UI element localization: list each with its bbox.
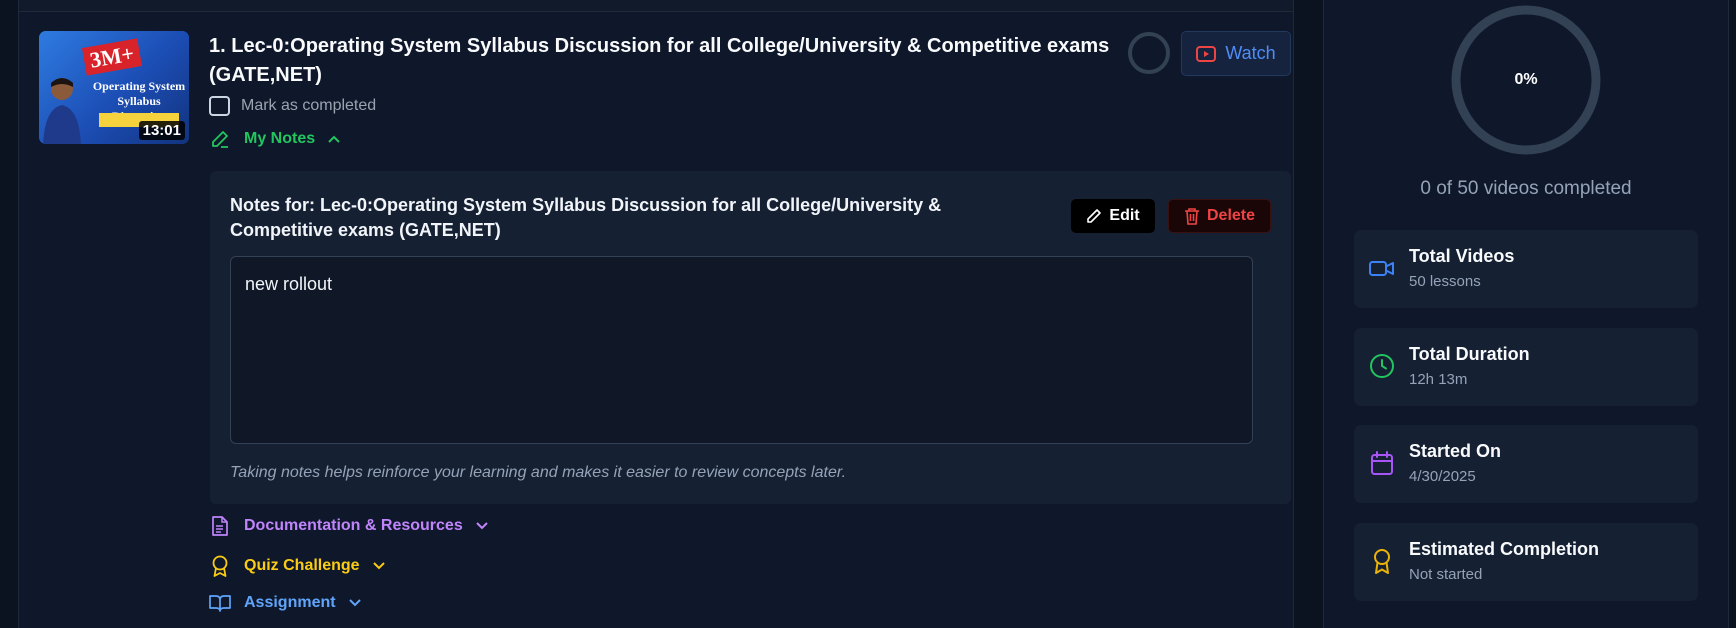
book-icon <box>209 595 231 612</box>
course-progress-ring: 0% <box>1450 4 1602 156</box>
stat-value: 50 lessons <box>1409 273 1481 290</box>
my-notes-label: My Notes <box>244 130 316 147</box>
lesson-progress-ring <box>1128 32 1170 74</box>
delete-label: Delete <box>1206 207 1256 224</box>
edit-label: Edit <box>1109 207 1140 224</box>
assignment-toggle[interactable]: Assignment <box>209 592 362 614</box>
stat-total-duration: Total Duration 12h 13m <box>1354 328 1698 406</box>
chevron-up-icon <box>328 135 340 143</box>
trash-icon <box>1184 208 1199 225</box>
presenter-image <box>43 78 81 144</box>
documentation-toggle[interactable]: Documentation & Resources <box>209 515 489 537</box>
calendar-icon <box>1371 451 1393 475</box>
notes-card: Notes for: Lec-0:Operating System Syllab… <box>210 171 1291 504</box>
stat-label: Total Videos <box>1409 246 1515 266</box>
watch-label: Watch <box>1225 43 1276 63</box>
stat-value: 4/30/2025 <box>1409 468 1476 485</box>
mark-completed-row[interactable]: Mark as completed <box>209 96 376 116</box>
lesson-panel: 3M+ Operating System Syllabus Discussion… <box>18 0 1294 628</box>
clock-icon <box>1370 354 1394 378</box>
my-notes-toggle[interactable]: My Notes <box>209 128 341 150</box>
watch-button[interactable]: Watch <box>1181 31 1291 76</box>
edit-note-button[interactable]: Edit <box>1071 199 1155 233</box>
edit-icon <box>1087 209 1102 223</box>
stat-label: Total Duration <box>1409 344 1530 364</box>
stat-label: Estimated Completion <box>1409 539 1600 559</box>
quiz-label: Quiz Challenge <box>244 557 360 574</box>
play-video-icon <box>1196 45 1217 62</box>
stat-started-on: Started On 4/30/2025 <box>1354 425 1698 503</box>
video-duration: 13:01 <box>138 121 185 140</box>
course-progress-panel: 0% 0 of 50 videos completed Total Videos… <box>1323 0 1729 628</box>
mark-completed-checkbox[interactable] <box>209 96 230 116</box>
notes-textarea[interactable]: new rollout <box>230 256 1253 444</box>
chevron-down-icon <box>476 522 488 530</box>
lesson-title[interactable]: 1. Lec-0:Operating System Syllabus Discu… <box>209 32 1129 90</box>
document-icon <box>212 516 228 536</box>
panel-top-edge <box>19 0 1293 12</box>
lesson-thumbnail[interactable]: 3M+ Operating System Syllabus Discussion… <box>39 31 189 144</box>
stat-value: 12h 13m <box>1409 371 1468 388</box>
award-icon <box>212 555 228 577</box>
award-icon <box>1374 549 1390 574</box>
pencil-icon <box>212 131 228 148</box>
assignment-label: Assignment <box>244 594 336 611</box>
notes-title: Notes for: Lec-0:Operating System Syllab… <box>230 195 942 240</box>
stat-value: Not started <box>1409 566 1483 583</box>
quiz-toggle[interactable]: Quiz Challenge <box>209 555 386 577</box>
stat-estimated-completion: Estimated Completion Not started <box>1354 523 1698 601</box>
documentation-label: Documentation & Resources <box>244 517 463 534</box>
stat-label: Started On <box>1409 441 1502 461</box>
chevron-down-icon <box>372 562 385 570</box>
stat-total-videos: Total Videos 50 lessons <box>1354 230 1698 308</box>
videos-completed-text: 0 of 50 videos completed <box>1420 178 1632 199</box>
mark-completed-label: Mark as completed <box>241 97 377 114</box>
delete-note-button[interactable]: Delete <box>1168 199 1271 233</box>
video-icon <box>1369 261 1394 276</box>
chevron-down-icon <box>348 599 361 607</box>
progress-percent: 0% <box>1514 71 1538 88</box>
notes-hint: Taking notes helps reinforce your learni… <box>230 464 847 481</box>
